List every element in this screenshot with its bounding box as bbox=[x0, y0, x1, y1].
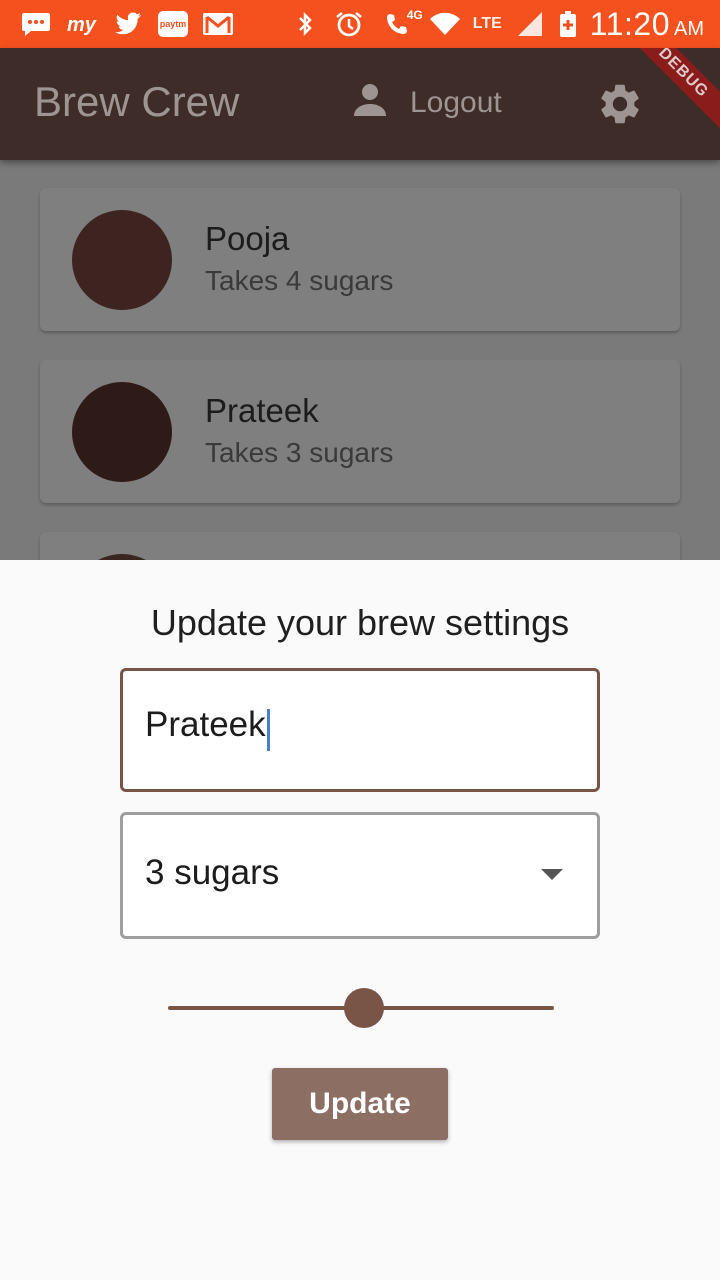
sugars-dropdown[interactable]: 3 sugars bbox=[120, 812, 600, 939]
gmail-icon bbox=[202, 10, 234, 38]
brew-subtitle: Takes 3 sugars bbox=[205, 437, 394, 468]
update-button[interactable]: Update bbox=[272, 1068, 448, 1140]
brew-name: Pooja bbox=[205, 220, 290, 257]
brew-name: Prateek bbox=[205, 392, 319, 429]
twitter-icon bbox=[112, 10, 144, 38]
myntra-icon: my bbox=[66, 10, 98, 38]
brew-subtitle: Takes 4 sugars bbox=[205, 265, 394, 296]
network-type-label: LTE bbox=[472, 15, 502, 32]
messages-icon bbox=[20, 10, 52, 38]
list-item[interactable]: Pooja Takes 4 sugars bbox=[40, 188, 680, 331]
svg-text:my: my bbox=[67, 14, 97, 36]
settings-bottom-sheet: Update your brew settings Prateek 3 suga… bbox=[0, 560, 720, 1280]
alarm-icon bbox=[333, 10, 365, 38]
battery-icon bbox=[558, 10, 578, 38]
name-field[interactable]: Prateek bbox=[120, 668, 600, 792]
slider-thumb[interactable] bbox=[344, 988, 384, 1028]
logout-label: Logout bbox=[410, 85, 502, 119]
logout-button[interactable]: Logout bbox=[352, 82, 502, 123]
clock: 11:20 AM bbox=[589, 5, 704, 42]
paytm-icon: paytm bbox=[158, 11, 188, 37]
settings-button[interactable] bbox=[596, 80, 644, 128]
app-title: Brew Crew bbox=[34, 78, 240, 125]
strength-slider[interactable] bbox=[168, 985, 554, 1033]
signal-icon bbox=[514, 10, 546, 38]
wifi-icon bbox=[429, 10, 461, 38]
bluetooth-icon bbox=[289, 10, 321, 38]
name-field-value: Prateek bbox=[145, 705, 266, 744]
call-4g-icon: 4G bbox=[377, 8, 423, 38]
avatar bbox=[72, 382, 172, 482]
status-bar: my paytm 4G LTE 11:20 AM bbox=[0, 0, 720, 48]
sheet-title: Update your brew settings bbox=[150, 602, 570, 643]
gear-icon bbox=[596, 84, 644, 132]
dropdown-arrow-icon bbox=[541, 869, 563, 880]
text-cursor bbox=[267, 709, 270, 751]
person-icon bbox=[352, 82, 388, 123]
sugars-dropdown-value: 3 sugars bbox=[145, 853, 280, 892]
app-bar: Brew Crew Logout DEBUG bbox=[0, 48, 720, 160]
avatar bbox=[72, 210, 172, 310]
list-item[interactable]: Prateek Takes 3 sugars bbox=[40, 360, 680, 503]
